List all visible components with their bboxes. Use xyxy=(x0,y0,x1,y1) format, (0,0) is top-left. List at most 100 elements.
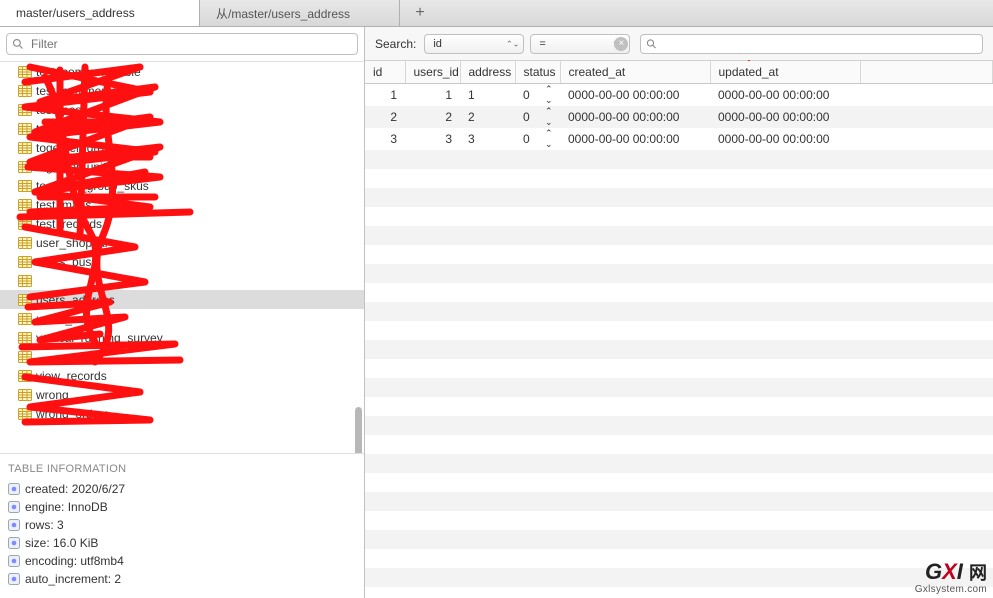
info-bullet-icon xyxy=(8,501,20,513)
sidebar-item[interactable]: together_units xyxy=(0,157,364,176)
table-row[interactable]: 2220⌃⌄0000-00-00 00:00:000000-00-00 00:0… xyxy=(365,106,993,128)
sidebar-item[interactable]: users_address xyxy=(0,290,364,309)
col-id[interactable]: id xyxy=(365,61,405,84)
col-address[interactable]: address xyxy=(460,61,515,84)
cell-spacer xyxy=(860,128,993,150)
cell-updated-at[interactable]: 0000-00-00 00:00:00 xyxy=(710,84,860,107)
info-bullet-icon xyxy=(8,483,20,495)
tab-label: master/users_address xyxy=(16,6,135,20)
empty-row xyxy=(365,454,993,473)
empty-row xyxy=(365,416,993,435)
table-tree[interactable]: test_comment_able test_comments test_postt… xyxy=(0,62,364,453)
sidebar-item-label: users_coupons xyxy=(36,312,117,326)
cell-address[interactable]: 1 xyxy=(460,84,515,107)
empty-row xyxy=(365,435,993,454)
table-icon xyxy=(18,408,32,420)
empty-row xyxy=(365,150,993,169)
sidebar-item[interactable]: user_shopcar xyxy=(0,233,364,252)
search-label: Search: xyxy=(375,37,416,51)
cell-id[interactable]: 2 xyxy=(365,106,405,128)
sidebar-item[interactable]: test_comment_able xyxy=(0,62,364,81)
tab-master[interactable]: master/users_address xyxy=(0,0,200,26)
empty-row xyxy=(365,283,993,302)
filter-input[interactable] xyxy=(6,33,358,55)
cell-created-at[interactable]: 0000-00-00 00:00:00 xyxy=(560,84,710,107)
empty-row xyxy=(365,321,993,340)
sidebar-item-label: test_post xyxy=(36,103,85,117)
sidebar-item-label: vertical_running_survey xyxy=(36,331,163,345)
empty-row xyxy=(365,397,993,416)
sidebar-item[interactable]: test_records xyxy=(0,214,364,233)
sidebar-item[interactable]: wrong_orders xyxy=(0,404,364,423)
cell-status[interactable]: 0 xyxy=(515,128,538,150)
sidebar-item[interactable]: view_records xyxy=(0,366,364,385)
sidebar-item[interactable]: test_videos xyxy=(0,119,364,138)
col-users-id[interactable]: users_id xyxy=(405,61,460,84)
search-field-select[interactable]: id ⌃⌄ xyxy=(424,34,524,54)
sidebar-item-label: together_group_skus xyxy=(36,179,149,193)
empty-row xyxy=(365,378,993,397)
sidebar-item-label: test_comments xyxy=(36,84,117,98)
sidebar-item[interactable]: together_groups xyxy=(0,138,364,157)
cell-created-at[interactable]: 0000-00-00 00:00:00 xyxy=(560,128,710,150)
table-icon xyxy=(18,256,32,268)
table-row[interactable]: 3330⌃⌄0000-00-00 00:00:000000-00-00 00:0… xyxy=(365,128,993,150)
cell-status[interactable]: 0 xyxy=(515,106,538,128)
sidebar-item[interactable]: users_push xyxy=(0,252,364,271)
empty-row xyxy=(365,359,993,378)
clear-search-button[interactable]: × xyxy=(614,37,628,51)
scrollbar-thumb[interactable] xyxy=(355,407,362,453)
stepper-icon[interactable]: ⌃⌄ xyxy=(538,84,561,107)
sidebar-item-label: test_comment_able xyxy=(36,65,141,79)
stepper-icon[interactable]: ⌃⌄ xyxy=(538,128,561,150)
empty-row xyxy=(365,226,993,245)
col-updated-at[interactable]: updated_at xyxy=(710,61,860,84)
col-created-at[interactable]: created_at xyxy=(560,61,710,84)
cell-created-at[interactable]: 0000-00-00 00:00:00 xyxy=(560,106,710,128)
empty-row xyxy=(365,207,993,226)
cell-status[interactable]: 0 xyxy=(515,84,538,107)
tab-slave[interactable]: 从/master/users_address xyxy=(200,0,400,26)
cell-address[interactable]: 2 xyxy=(460,106,515,128)
sidebar-item[interactable]: wrong xyxy=(0,385,364,404)
sidebar-item[interactable] xyxy=(0,347,364,366)
sidebar-item[interactable]: test_comments xyxy=(0,81,364,100)
stepper-icon[interactable]: ⌃⌄ xyxy=(538,106,561,128)
cell-address[interactable]: 3 xyxy=(460,128,515,150)
table-icon xyxy=(18,199,32,211)
tab-add-button[interactable]: + xyxy=(400,0,440,26)
info-text: size: 16.0 KiB xyxy=(25,536,98,550)
sidebar-item[interactable]: users_coupons xyxy=(0,309,364,328)
info-bullet-icon xyxy=(8,555,20,567)
sidebar: test_comment_able test_comments test_postt… xyxy=(0,27,365,598)
sidebar-item[interactable]: test_maps xyxy=(0,195,364,214)
cell-updated-at[interactable]: 0000-00-00 00:00:00 xyxy=(710,128,860,150)
empty-row xyxy=(365,302,993,321)
sidebar-item[interactable]: together_group_skus xyxy=(0,176,364,195)
cell-id[interactable]: 3 xyxy=(365,128,405,150)
sidebar-item-label: test_videos xyxy=(36,122,97,136)
empty-row xyxy=(365,549,993,568)
empty-row xyxy=(365,264,993,283)
table-icon xyxy=(18,104,32,116)
table-icon xyxy=(18,294,32,306)
table-row[interactable]: 1110⌃⌄0000-00-00 00:00:000000-00-00 00:0… xyxy=(365,84,993,107)
info-text: auto_increment: 2 xyxy=(25,572,121,586)
sidebar-item[interactable] xyxy=(0,271,364,290)
sidebar-item[interactable]: test_post xyxy=(0,100,364,119)
cell-id[interactable]: 1 xyxy=(365,84,405,107)
info-bullet-icon xyxy=(8,519,20,531)
cell-users-id[interactable]: 3 xyxy=(405,128,460,150)
col-status[interactable]: status xyxy=(515,61,560,84)
cell-updated-at[interactable]: 0000-00-00 00:00:00 xyxy=(710,106,860,128)
sidebar-item-label: view_records xyxy=(36,369,107,383)
table-icon xyxy=(18,85,32,97)
search-input[interactable] xyxy=(640,34,983,54)
data-grid[interactable]: id users_id address status created_at up… xyxy=(365,61,993,598)
cell-users-id[interactable]: 1 xyxy=(405,84,460,107)
cell-users-id[interactable]: 2 xyxy=(405,106,460,128)
table-info-row: created: 2020/6/27 xyxy=(4,480,360,498)
sidebar-item[interactable]: vertical_running_survey xyxy=(0,328,364,347)
sidebar-item-label: together_groups xyxy=(36,141,123,155)
table-info-row: size: 16.0 KiB xyxy=(4,534,360,552)
